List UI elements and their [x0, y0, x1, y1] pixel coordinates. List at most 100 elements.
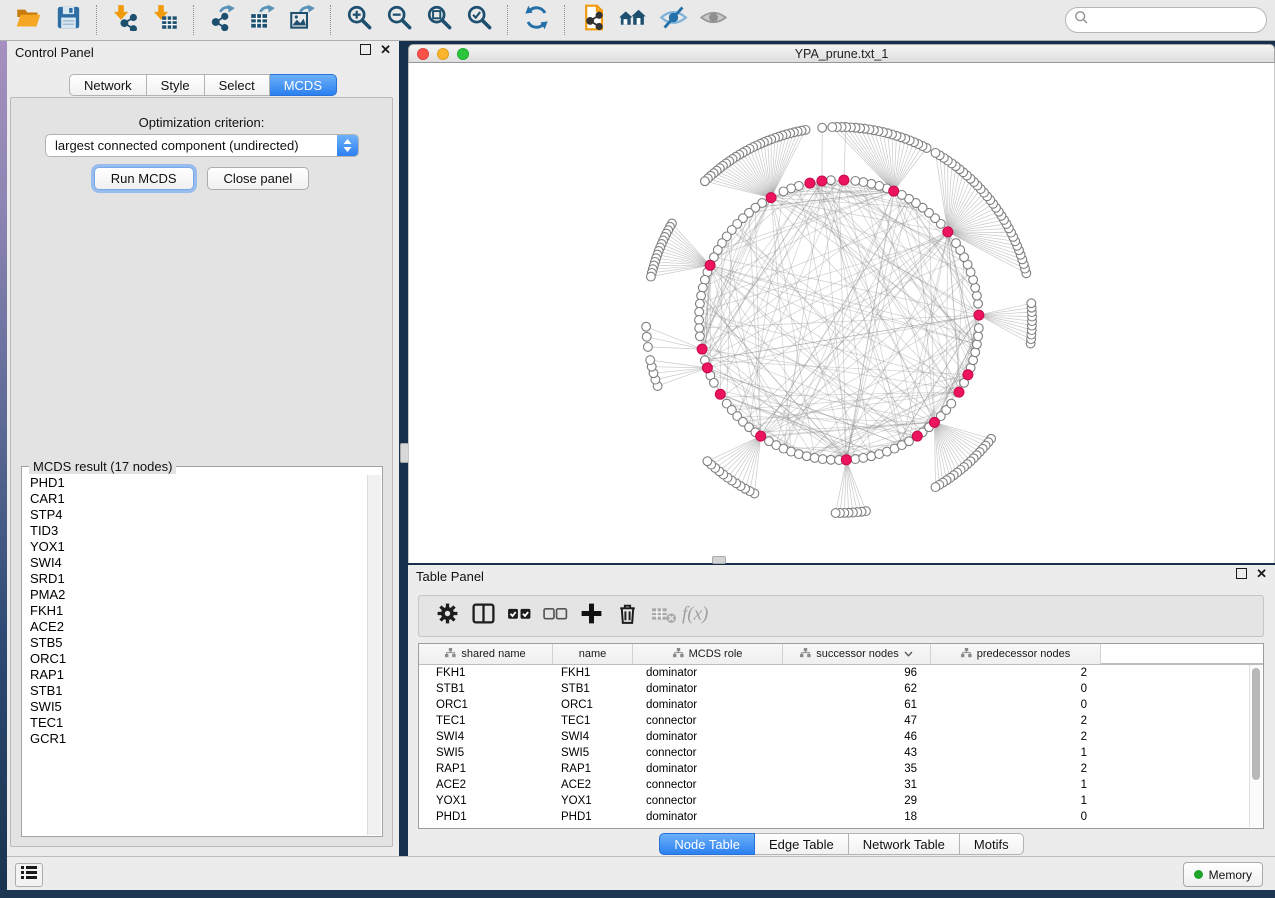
float-table-panel-icon[interactable]	[1236, 568, 1247, 579]
cell-MCDS-role[interactable]: dominator	[633, 683, 783, 695]
cell-MCDS-role[interactable]: dominator	[633, 699, 783, 711]
table-row[interactable]: YOX1YOX1connector291	[419, 793, 1263, 809]
network-leaf-node[interactable]	[1027, 299, 1036, 308]
cell-shared-name[interactable]: FKH1	[419, 667, 553, 679]
cell-name[interactable]: ACE2	[553, 779, 633, 791]
cell-predecessor-nodes[interactable]: 1	[931, 779, 1101, 791]
table-tab-network-table[interactable]: Network Table	[849, 833, 960, 855]
mcds-result-item[interactable]: TEC1	[23, 715, 368, 731]
clone-network-button[interactable]	[576, 3, 610, 37]
settings-gear-button[interactable]	[429, 599, 465, 633]
close-panel-button[interactable]: Close panel	[207, 167, 310, 190]
mcds-result-item[interactable]: RAP1	[23, 667, 368, 683]
zoom-in-button[interactable]	[342, 3, 376, 37]
table-row[interactable]: PHD1PHD1dominator180	[419, 809, 1263, 825]
cell-shared-name[interactable]: ORC1	[419, 699, 553, 711]
table-tab-edge-table[interactable]: Edge Table	[755, 833, 849, 855]
mcds-result-item[interactable]: CAR1	[23, 491, 368, 507]
mcds-dominator-node[interactable]	[766, 193, 776, 203]
mcds-result-item[interactable]: STB1	[23, 683, 368, 699]
close-table-panel-icon[interactable]: ✕	[1256, 569, 1267, 579]
network-leaf-node[interactable]	[703, 457, 712, 466]
network-node[interactable]	[851, 455, 860, 464]
network-leaf-node[interactable]	[644, 343, 653, 352]
table-row[interactable]: ORC1ORC1dominator610	[419, 697, 1263, 713]
tab-network[interactable]: Network	[69, 74, 147, 96]
network-leaf-node[interactable]	[931, 149, 940, 158]
mcds-dominator-node[interactable]	[839, 175, 849, 185]
cell-predecessor-nodes[interactable]: 2	[931, 731, 1101, 743]
column-header-predecessor-nodes[interactable]: predecessor nodes	[931, 644, 1101, 664]
cell-MCDS-role[interactable]: connector	[633, 715, 783, 727]
first-neighbors-button[interactable]	[616, 3, 650, 37]
table-row[interactable]: STB1STB1dominator620	[419, 681, 1263, 697]
mcds-dominator-node[interactable]	[715, 389, 725, 399]
zoom-fit-button[interactable]	[422, 3, 456, 37]
hide-selected-button[interactable]	[656, 3, 690, 37]
network-node[interactable]	[859, 178, 868, 187]
cell-MCDS-role[interactable]: dominator	[633, 667, 783, 679]
table-row[interactable]: SWI4SWI4dominator462	[419, 729, 1263, 745]
mcds-result-item[interactable]: ACE2	[23, 619, 368, 635]
zoom-out-button[interactable]	[382, 3, 416, 37]
delete-table-button[interactable]	[645, 599, 681, 633]
column-header-shared-name[interactable]: shared name	[419, 644, 553, 664]
network-leaf-node[interactable]	[931, 483, 940, 492]
cell-name[interactable]: PHD1	[553, 811, 633, 823]
network-leaf-node[interactable]	[828, 123, 837, 132]
cell-successor-nodes[interactable]: 43	[783, 747, 931, 759]
network-node[interactable]	[973, 291, 982, 300]
mcds-dominator-node[interactable]	[705, 260, 715, 270]
table-row[interactable]: ACE2ACE2connector311	[419, 777, 1263, 793]
network-node[interactable]	[947, 399, 956, 408]
import-network-button[interactable]	[108, 3, 142, 37]
cell-predecessor-nodes[interactable]: 0	[931, 699, 1101, 711]
run-mcds-button[interactable]: Run MCDS	[94, 167, 194, 190]
cell-name[interactable]: SWI4	[553, 731, 633, 743]
mcds-result-item[interactable]: SRD1	[23, 571, 368, 587]
close-window-button[interactable]	[417, 48, 429, 60]
criterion-dropdown[interactable]: largest connected component (undirected)	[45, 134, 359, 157]
mcds-dominator-node[interactable]	[817, 176, 827, 186]
open-file-button[interactable]	[11, 3, 45, 37]
cell-MCDS-role[interactable]: dominator	[633, 811, 783, 823]
cell-MCDS-role[interactable]: connector	[633, 795, 783, 807]
cell-name[interactable]: STB1	[553, 683, 633, 695]
network-node[interactable]	[973, 340, 982, 349]
cell-shared-name[interactable]: SWI4	[419, 731, 553, 743]
network-node[interactable]	[710, 378, 719, 387]
cell-name[interactable]: YOX1	[553, 795, 633, 807]
network-node[interactable]	[851, 177, 860, 186]
cell-name[interactable]: RAP1	[553, 763, 633, 775]
network-node[interactable]	[971, 348, 980, 357]
table-tab-motifs[interactable]: Motifs	[960, 833, 1024, 855]
cell-shared-name[interactable]: RAP1	[419, 763, 553, 775]
mcds-result-item[interactable]: SWI4	[23, 555, 368, 571]
cell-predecessor-nodes[interactable]: 1	[931, 795, 1101, 807]
network-leaf-node[interactable]	[831, 509, 840, 518]
cell-successor-nodes[interactable]: 31	[783, 779, 931, 791]
table-tab-node-table[interactable]: Node Table	[659, 833, 755, 855]
mcds-result-item[interactable]: FKH1	[23, 603, 368, 619]
network-graph[interactable]	[409, 63, 1275, 563]
network-node[interactable]	[859, 454, 868, 463]
mcds-dominator-node[interactable]	[954, 387, 964, 397]
network-node[interactable]	[810, 454, 819, 463]
maximize-window-button[interactable]	[457, 48, 469, 60]
table-scrollbar[interactable]	[1249, 665, 1262, 827]
network-node[interactable]	[802, 452, 811, 461]
task-history-button[interactable]	[15, 863, 43, 887]
cell-MCDS-role[interactable]: connector	[633, 747, 783, 759]
tab-mcds[interactable]: MCDS	[270, 74, 337, 96]
network-leaf-node[interactable]	[647, 272, 656, 281]
tab-style[interactable]: Style	[147, 74, 205, 96]
mcds-result-item[interactable]: YOX1	[23, 539, 368, 555]
mcds-dominator-node[interactable]	[841, 455, 851, 465]
mcds-result-item[interactable]: SWI5	[23, 699, 368, 715]
delete-column-trash-button[interactable]	[609, 599, 645, 633]
tab-select[interactable]: Select	[205, 74, 270, 96]
minimize-window-button[interactable]	[437, 48, 449, 60]
vertical-splitter[interactable]	[399, 41, 408, 856]
mcds-result-item[interactable]: PMA2	[23, 587, 368, 603]
network-node[interactable]	[974, 324, 983, 333]
